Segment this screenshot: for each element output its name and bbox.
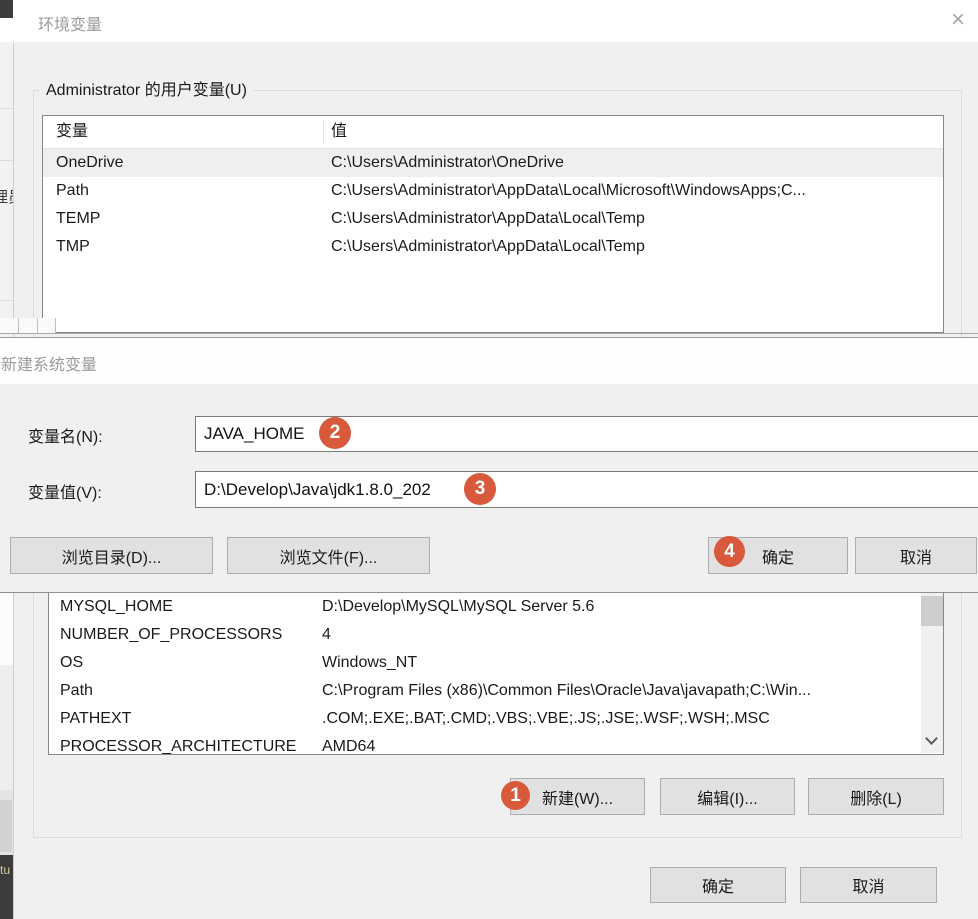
table-row[interactable]: PathC:\Program Files (x86)\Common Files\… [49,677,943,705]
table-row[interactable]: OSWindows_NT [49,649,943,677]
var-value: 4 [314,621,943,649]
var-name: TEMP [43,205,323,233]
divider [37,318,38,334]
column-divider[interactable] [323,120,324,145]
delete-variable-button[interactable]: 删除(L) [808,778,944,815]
background-segment [0,665,13,790]
dialog-titlebar [13,0,978,42]
chevron-down-icon [925,732,938,745]
background-text-fragment: 、 [0,246,13,264]
user-variables-group-label: Administrator 的用户变量(U) [40,80,253,101]
table-row[interactable]: MYSQL_HOMED:\Develop\MySQL\MySQL Server … [49,593,943,621]
var-value: AMD64 [314,733,943,755]
variable-name-input[interactable] [195,416,978,452]
close-button[interactable]: × [942,4,974,36]
new-system-variable-dialog: 新建系统变量 变量名(N): 变量值(V): 浏览目录(D)... 浏览文件(F… [0,337,978,593]
dialog-title: 新建系统变量 [1,351,97,375]
variable-value-label: 变量值(V): [28,479,102,503]
table-row[interactable]: TMPC:\Users\Administrator\AppData\Local\… [43,233,943,261]
var-name: NUMBER_OF_PROCESSORS [49,621,314,649]
background-dark-corner [0,0,14,18]
system-variables-table: MYSQL_HOMED:\Develop\MySQL\MySQL Server … [48,593,944,755]
column-header-variable[interactable]: 变量 [43,116,323,148]
step-badge-2: 2 [319,417,351,449]
background-segment [0,18,13,42]
table-body: MYSQL_HOMED:\Develop\MySQL\MySQL Server … [49,593,943,755]
var-name: OneDrive [43,149,323,177]
var-value: .COM;.EXE;.BAT;.CMD;.VBS;.VBE;.JS;.JSE;.… [314,705,943,733]
divider [18,318,19,334]
var-value: C:\Users\Administrator\OneDrive [323,149,943,177]
divider [0,300,13,301]
table-row[interactable]: PATHEXT.COM;.EXE;.BAT;.CMD;.VBS;.VBE;.JS… [49,705,943,733]
edit-variable-button[interactable]: 编辑(I)... [660,778,795,815]
var-value: D:\Develop\MySQL\MySQL Server 5.6 [314,593,943,621]
user-variables-table: 变量 值 OneDriveC:\Users\Administrator\OneD… [42,115,944,333]
step-badge-4: 4 [714,536,745,567]
ok-button[interactable]: 确定 [650,867,786,903]
scrollbar[interactable] [921,593,943,753]
divider [0,333,978,334]
var-name: MYSQL_HOME [49,593,314,621]
var-name: PATHEXT [49,705,314,733]
divider [0,108,13,109]
table-row[interactable]: OneDriveC:\Users\Administrator\OneDrive [43,149,943,177]
cancel-button[interactable]: 取消 [800,867,937,903]
divider [0,160,13,161]
table-row[interactable]: PROCESSOR_ARCHITECTUREAMD64 [49,733,943,755]
scroll-down-button[interactable] [921,729,943,753]
new-variable-button[interactable]: 新建(W)... [510,778,645,815]
column-header-value[interactable]: 值 [323,116,943,148]
var-value: C:\Users\Administrator\AppData\Local\Mic… [323,177,943,205]
var-value: Windows_NT [314,649,943,677]
dialog-title: 环境变量 [38,11,102,35]
var-value: C:\Users\Administrator\AppData\Local\Tem… [323,205,943,233]
background-desktop-corner: tu [0,855,13,919]
var-name: Path [43,177,323,205]
background-text-fragment: 理员 [0,186,13,204]
step-badge-1: 1 [501,781,530,810]
table-row[interactable]: TEMPC:\Users\Administrator\AppData\Local… [43,205,943,233]
var-value: C:\Program Files (x86)\Common Files\Orac… [314,677,943,705]
var-name: OS [49,649,314,677]
browse-directory-button[interactable]: 浏览目录(D)... [10,537,213,574]
background-segment [0,800,12,852]
table-body: OneDriveC:\Users\Administrator\OneDriveP… [43,149,943,261]
table-row[interactable]: NUMBER_OF_PROCESSORS4 [49,621,943,649]
variable-value-input[interactable] [195,471,978,508]
variable-name-label: 变量名(N): [28,423,103,447]
var-name: Path [49,677,314,705]
table-row[interactable]: PathC:\Users\Administrator\AppData\Local… [43,177,943,205]
step-badge-3: 3 [464,473,496,505]
screenshot-root: 理员 、 tu 环境变量 × Administrator 的用户变量(U) 变量… [0,0,978,919]
var-name: TMP [43,233,323,261]
table-header: 变量 值 [43,116,943,149]
background-text-fragment: tu [0,863,10,877]
browse-file-button[interactable]: 浏览文件(F)... [227,537,430,574]
divider [55,318,56,334]
var-name: PROCESSOR_ARCHITECTURE [49,733,314,755]
close-icon: × [951,6,965,33]
dialog-titlebar [0,338,978,384]
new-variable-cancel-button[interactable]: 取消 [855,537,977,574]
background-cells-strip [0,318,56,334]
scrollbar-thumb[interactable] [921,596,943,626]
background-segment [0,593,13,665]
var-value: C:\Users\Administrator\AppData\Local\Tem… [323,233,943,261]
